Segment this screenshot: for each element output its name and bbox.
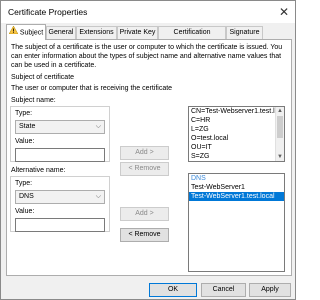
warning-icon: [8, 25, 19, 40]
vertical-scrollbar[interactable]: ▲ ▼: [275, 107, 284, 161]
subject-tab-panel: The subject of a certificate is the user…: [6, 39, 292, 276]
close-button[interactable]: ✕: [277, 5, 291, 19]
list-item[interactable]: CN=Test-Webserver1.test.lo: [189, 107, 284, 116]
list-item[interactable]: Test-WebServer1: [189, 183, 284, 192]
subject-name-label: Subject name:: [11, 97, 56, 104]
scroll-up-icon[interactable]: ▲: [276, 107, 284, 115]
tab-strip: Subject General Extensions Private Key C…: [6, 24, 292, 48]
tab-general[interactable]: General: [46, 26, 76, 39]
tab-private-key-label: Private Key: [119, 29, 156, 36]
list-item[interactable]: O=test.local: [189, 134, 284, 143]
alt-value-label: Value:: [15, 208, 35, 215]
alt-remove-button[interactable]: < Remove: [120, 228, 169, 242]
chevron-down-icon: ⌵: [95, 123, 101, 130]
list-item[interactable]: S=ZG: [189, 152, 284, 161]
tab-extensions-label: Extensions: [79, 29, 114, 36]
subject-value-input[interactable]: [15, 148, 105, 162]
subject-type-value: State: [19, 123, 36, 130]
tab-extensions[interactable]: Extensions: [76, 26, 117, 39]
apply-button[interactable]: Apply: [249, 283, 291, 297]
tab-general-label: General: [48, 29, 74, 36]
subject-type-label: Type:: [15, 110, 33, 117]
scroll-down-icon[interactable]: ▼: [276, 153, 284, 161]
tab-signature[interactable]: Signature: [226, 26, 263, 39]
tab-subject-label: Subject: [19, 29, 44, 37]
tab-signature-label: Signature: [229, 29, 260, 36]
alternative-name-list[interactable]: DNS Test-WebServer1 Test-WebServer1.test…: [188, 173, 285, 272]
tab-private-key[interactable]: Private Key: [117, 26, 158, 39]
alt-type-label: Type:: [15, 180, 33, 187]
subject-remove-button[interactable]: < Remove: [120, 162, 169, 176]
subject-name-list[interactable]: CN=Test-Webserver1.test.lo C=HR L=ZG O=t…: [188, 106, 285, 162]
cancel-button[interactable]: Cancel: [201, 283, 246, 297]
certificate-properties-dialog: Certificate Properties ✕ Subject General…: [0, 0, 296, 300]
alt-type-value: DNS: [19, 193, 34, 200]
intro-text: The subject of a certificate is the user…: [11, 44, 283, 69]
tab-subject[interactable]: Subject: [6, 24, 46, 40]
title-bar: Certificate Properties ✕: [1, 1, 295, 23]
list-item[interactable]: C=HR: [189, 116, 284, 125]
list-item[interactable]: L=ZG: [189, 125, 284, 134]
subject-type-select[interactable]: State ⌵: [15, 120, 105, 134]
subject-value-label: Value:: [15, 138, 35, 145]
alternative-name-group: Type: DNS ⌵ Value:: [10, 176, 110, 232]
list-item-selected[interactable]: Test-WebServer1.test.local: [189, 192, 284, 201]
scroll-thumb[interactable]: [277, 116, 283, 138]
ok-button[interactable]: OK: [149, 283, 197, 297]
subject-name-group: Type: State ⌵ Value:: [10, 106, 110, 162]
subject-add-button[interactable]: Add >: [120, 146, 169, 160]
section-description: The user or computer that is receiving t…: [11, 85, 173, 92]
section-title: Subject of certificate: [11, 74, 75, 81]
list-item[interactable]: OU=IT: [189, 143, 284, 152]
chevron-down-icon: ⌵: [95, 193, 101, 200]
tab-certification-authority[interactable]: Certification Authority: [158, 26, 226, 48]
alternative-name-label: Alternative name:: [11, 167, 66, 174]
alt-value-input[interactable]: [15, 218, 105, 232]
window-title: Certificate Properties: [8, 7, 88, 17]
list-group-header: DNS: [191, 175, 206, 182]
alt-add-button[interactable]: Add >: [120, 207, 169, 221]
alt-type-select[interactable]: DNS ⌵: [15, 190, 105, 204]
